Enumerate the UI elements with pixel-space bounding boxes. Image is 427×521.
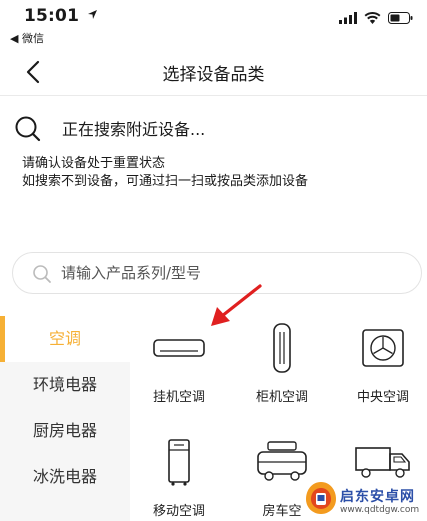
active-indicator	[0, 316, 5, 362]
scanning-status: 正在搜索附近设备...	[0, 96, 427, 156]
watermark-logo-icon	[306, 482, 336, 514]
nav-bar: 选择设备品类	[0, 48, 427, 96]
watermark-url: www.qdtdgw.com	[340, 505, 420, 515]
search-icon	[15, 116, 41, 142]
page-title: 选择设备品类	[162, 65, 265, 85]
sidebar-item-air-conditioner[interactable]: 空调	[0, 316, 130, 362]
category-label: 柜机空调	[255, 390, 308, 405]
tower-ac-icon	[273, 323, 291, 373]
sidebar-item-kitchen[interactable]: 厨房电器	[0, 408, 130, 454]
watermark-text: 启东安卓网	[340, 489, 415, 505]
red-arrow-icon	[211, 284, 262, 326]
category-sidebar: 空调 环境电器 厨房电器 冰洗电器	[0, 316, 130, 521]
category-label: 中央空调	[356, 390, 409, 405]
hint-text: 请确认设备处于重置状态 如搜索不到设备，可通过扫一扫或按品类添加设备	[22, 155, 308, 191]
category-label: 挂机空调	[152, 390, 205, 405]
status-bar: 15:01 ◀ 微信	[0, 0, 427, 48]
hint-line-2: 如搜索不到设备，可通过扫一扫或按品类添加设备	[22, 174, 309, 189]
battery-icon	[388, 12, 413, 24]
wall-ac-icon	[153, 339, 205, 357]
status-time: 15:01	[24, 6, 98, 26]
back-app-label: 微信	[21, 32, 44, 45]
back-to-app-link[interactable]: ◀ 微信	[10, 30, 44, 46]
sidebar-item-label: 冰洗电器	[32, 467, 97, 486]
sidebar-item-label: 厨房电器	[32, 421, 97, 440]
signal-icon	[339, 12, 357, 24]
hint-line-1: 请确认设备处于重置状态	[22, 156, 166, 171]
wifi-icon	[364, 12, 381, 24]
category-central-ac[interactable]: 中央空调	[333, 318, 427, 418]
search-icon	[33, 265, 51, 283]
category-label: 移动空调	[152, 504, 205, 519]
watermark: 启东安卓网 www.qdtdgw.com	[298, 478, 427, 521]
sidebar-item-label: 环境电器	[32, 375, 97, 394]
category-wall-ac[interactable]: 挂机空调	[129, 318, 229, 418]
category-tower-ac[interactable]: 柜机空调	[232, 318, 332, 418]
central-ac-icon	[362, 329, 404, 367]
truck-ac-icon	[355, 447, 410, 478]
status-icons	[339, 10, 413, 26]
portable-ac-icon	[168, 439, 190, 486]
category-portable-ac[interactable]: 移动空调	[129, 432, 229, 521]
scanning-text: 正在搜索附近设备...	[62, 120, 206, 139]
sidebar-item-label: 空调	[48, 329, 81, 348]
sidebar-item-environment[interactable]: 环境电器	[0, 362, 130, 408]
back-triangle-icon: ◀	[10, 32, 19, 45]
location-arrow-icon	[88, 10, 98, 19]
sidebar-item-fridge-laundry[interactable]: 冰洗电器	[0, 454, 130, 500]
